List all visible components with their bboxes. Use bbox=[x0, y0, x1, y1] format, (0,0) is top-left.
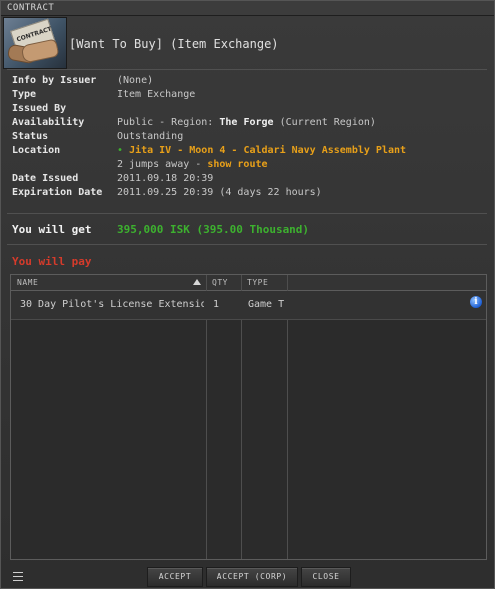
you-will-get-value: 395,000 ISK (395.00 Thousand) bbox=[117, 223, 310, 236]
accept-button[interactable]: ACCEPT bbox=[147, 567, 203, 587]
type-row: Type Item Exchange bbox=[12, 88, 482, 102]
location-station-link[interactable]: Jita IV - Moon 4 - Caldari Navy Assembly… bbox=[129, 145, 406, 156]
contract-handshake-icon: CONTRACT bbox=[3, 17, 67, 69]
show-info-icon[interactable]: i bbox=[470, 296, 482, 308]
window-title[interactable]: CONTRACT bbox=[1, 1, 494, 16]
item-type-cell: Game T bbox=[248, 299, 284, 310]
sort-ascending-icon[interactable] bbox=[193, 279, 201, 285]
item-name-cell: 30 Day Pilot's License Extension (PLEX) bbox=[20, 299, 204, 310]
menu-icon[interactable] bbox=[13, 572, 23, 581]
info-by-issuer-value: (None) bbox=[117, 75, 154, 86]
issued-by-row: Issued By bbox=[12, 102, 482, 116]
table-row[interactable]: 30 Day Pilot's License Extension (PLEX) … bbox=[11, 291, 486, 320]
date-issued-label: Date Issued bbox=[12, 173, 79, 184]
info-by-issuer-label: Info by Issuer bbox=[12, 75, 97, 86]
divider bbox=[7, 213, 487, 214]
column-header-type[interactable]: TYPE bbox=[247, 275, 268, 290]
table-header: NAME QTY TYPE bbox=[11, 275, 486, 291]
column-header-qty[interactable]: QTY bbox=[212, 275, 228, 290]
issued-by-label: Issued By bbox=[12, 103, 67, 114]
item-qty-cell: 1 bbox=[213, 299, 220, 310]
status-row: Status Outstanding bbox=[12, 130, 482, 144]
you-will-get-label: You will get bbox=[12, 223, 92, 236]
security-dot-icon: • bbox=[117, 145, 124, 156]
divider bbox=[7, 69, 487, 70]
contract-header: CONTRACT [Want To Buy] (Item Exchange) bbox=[3, 17, 492, 69]
contract-window: CONTRACT CONTRACT [Want To Buy] (Item Ex… bbox=[0, 0, 495, 589]
contract-info: Info by Issuer (None) Type Item Exchange… bbox=[12, 74, 482, 200]
jumps-value: 2 jumps away - show route bbox=[117, 158, 268, 172]
location-label: Location bbox=[12, 145, 61, 156]
status-value: Outstanding bbox=[117, 131, 184, 142]
accept-corp-button[interactable]: ACCEPT (CORP) bbox=[206, 567, 298, 587]
jumps-row: 2 jumps away - show route bbox=[12, 158, 482, 172]
date-issued-value: 2011.09.18 20:39 bbox=[117, 173, 214, 184]
availability-suffix: (Current Region) bbox=[273, 117, 376, 128]
availability-value: Public - Region: The Forge (Current Regi… bbox=[117, 116, 376, 130]
expiration-date-value: 2011.09.25 20:39 (4 days 22 hours) bbox=[117, 187, 322, 198]
you-will-get-row: You will get 395,000 ISK (395.00 Thousan… bbox=[12, 223, 482, 237]
contract-title: [Want To Buy] (Item Exchange) bbox=[69, 37, 279, 51]
close-button[interactable]: CLOSE bbox=[301, 567, 351, 587]
show-route-link[interactable]: show route bbox=[207, 159, 267, 170]
availability-prefix: Public - Region: bbox=[117, 117, 220, 128]
status-label: Status bbox=[12, 131, 49, 142]
location-value: • Jita IV - Moon 4 - Caldari Navy Assemb… bbox=[117, 144, 406, 158]
date-issued-row: Date Issued 2011.09.18 20:39 bbox=[12, 172, 482, 186]
footer-bar: ACCEPT ACCEPT (CORP) CLOSE bbox=[1, 565, 494, 588]
expiration-date-label: Expiration Date bbox=[12, 187, 103, 198]
location-row: Location • Jita IV - Moon 4 - Caldari Na… bbox=[12, 144, 482, 158]
you-will-pay-label: You will pay bbox=[12, 255, 92, 268]
items-table[interactable]: NAME QTY TYPE 30 Day Pilot's License Ext… bbox=[10, 274, 487, 560]
type-label: Type bbox=[12, 89, 37, 100]
availability-row: Availability Public - Region: The Forge … bbox=[12, 116, 482, 130]
column-header-name[interactable]: NAME bbox=[17, 275, 38, 290]
availability-region-link[interactable]: The Forge bbox=[219, 117, 273, 128]
info-by-issuer-row: Info by Issuer (None) bbox=[12, 74, 482, 88]
divider bbox=[7, 244, 487, 245]
type-value: Item Exchange bbox=[117, 89, 196, 100]
availability-label: Availability bbox=[12, 117, 85, 128]
jumps-text: 2 jumps away - bbox=[117, 159, 208, 170]
expiration-date-row: Expiration Date 2011.09.25 20:39 (4 days… bbox=[12, 186, 482, 200]
